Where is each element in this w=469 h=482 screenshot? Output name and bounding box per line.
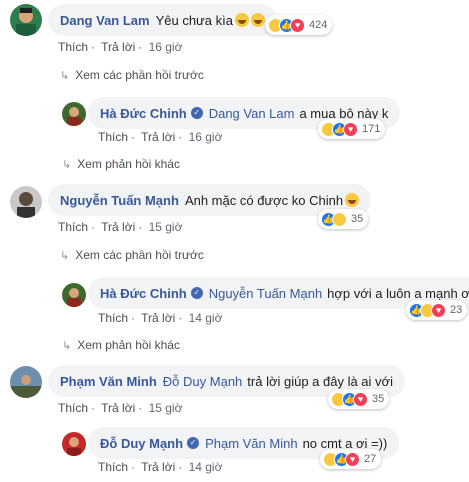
reply-link[interactable]: Trả lời bbox=[141, 130, 175, 144]
reaction-count: 27 bbox=[364, 453, 377, 465]
mention-link[interactable]: Đỗ Duy Mạnh bbox=[163, 374, 242, 389]
reaction-count: 424 bbox=[309, 19, 328, 31]
like-link[interactable]: Thích bbox=[58, 220, 88, 234]
view-more-replies[interactable]: ↳ Xem phản hồi khác bbox=[62, 157, 180, 171]
timestamp[interactable]: 15 giờ bbox=[149, 401, 183, 415]
reply-arrow-icon: ↳ bbox=[60, 70, 70, 82]
love-reaction-icon: ♥ bbox=[343, 121, 358, 137]
love-reaction-icon: ♥ bbox=[353, 391, 368, 407]
reply-arrow-icon: ↳ bbox=[60, 250, 70, 262]
avatar[interactable] bbox=[62, 102, 86, 126]
love-reaction-icon: ♥ bbox=[290, 17, 305, 33]
reply-link[interactable]: Trả lời bbox=[101, 401, 135, 415]
comment-author[interactable]: Phạm Văn Minh bbox=[60, 374, 157, 389]
reply-arrow-icon: ↳ bbox=[62, 340, 72, 352]
love-reaction-icon: ♥ bbox=[345, 451, 360, 467]
reply-actions: Thích · Trả lời · 16 giờ bbox=[98, 130, 223, 144]
avatar[interactable] bbox=[10, 186, 42, 218]
reaction-summary[interactable]: 👍 ♥ 424 bbox=[265, 15, 333, 35]
mention-link[interactable]: Phạm Văn Minh bbox=[205, 436, 298, 451]
smiling-emoji-icon bbox=[345, 193, 360, 207]
avatar[interactable] bbox=[62, 283, 86, 307]
view-previous-replies[interactable]: ↳ Xem các phần hồi trước bbox=[60, 68, 204, 82]
comment-text: Anh mặc có được ko Chinh bbox=[184, 192, 344, 208]
like-link[interactable]: Thích bbox=[98, 460, 128, 474]
timestamp[interactable]: 15 giờ bbox=[149, 220, 183, 234]
comment-text: Yêu chưa kìa bbox=[155, 12, 233, 28]
avatar[interactable] bbox=[10, 4, 42, 36]
haha-reaction-icon bbox=[332, 211, 347, 227]
reply-link[interactable]: Trả lời bbox=[101, 40, 135, 54]
like-link[interactable]: Thích bbox=[58, 40, 88, 54]
reply-link[interactable]: Trả lời bbox=[141, 460, 175, 474]
avatar[interactable] bbox=[10, 366, 42, 398]
reply-actions: Thích · Trả lời · 14 giờ bbox=[98, 311, 223, 325]
timestamp[interactable]: 14 giờ bbox=[189, 460, 223, 474]
reaction-summary[interactable]: 👍 ♥ 27 bbox=[320, 449, 382, 469]
reply-link[interactable]: Trả lời bbox=[101, 220, 135, 234]
comment-author[interactable]: Dang Van Lam bbox=[60, 13, 150, 28]
comment-actions: Thích · Trả lời · 15 giờ bbox=[58, 220, 183, 234]
mention-link[interactable]: Dang Van Lam bbox=[209, 106, 295, 121]
reply-text: hợp với a luôn a mạnh ơi bbox=[327, 285, 469, 301]
reaction-count: 35 bbox=[372, 393, 385, 405]
reaction-count: 171 bbox=[362, 123, 381, 135]
comment-text: trả lời giúp a đây là ai với bbox=[247, 373, 393, 389]
verified-badge-icon: ✓ bbox=[187, 437, 200, 449]
reaction-summary[interactable]: 👍 ♥ 23 bbox=[406, 300, 468, 320]
comment-bubble: Dang Van Lam Yêu chưa kìa bbox=[48, 4, 277, 36]
comment-actions: Thích · Trả lời · 15 giờ bbox=[58, 401, 183, 415]
reply-link[interactable]: Trả lời bbox=[141, 311, 175, 325]
timestamp[interactable]: 16 giờ bbox=[189, 130, 223, 144]
reply-author[interactable]: Hà Đức Chinh bbox=[100, 286, 187, 301]
avatar[interactable] bbox=[62, 432, 86, 456]
like-link[interactable]: Thích bbox=[98, 311, 128, 325]
timestamp[interactable]: 14 giờ bbox=[189, 311, 223, 325]
like-link[interactable]: Thích bbox=[58, 401, 88, 415]
timestamp[interactable]: 16 giờ bbox=[149, 40, 183, 54]
reaction-summary[interactable]: 👍 ♥ 171 bbox=[318, 119, 386, 139]
reaction-summary[interactable]: 👍 35 bbox=[318, 209, 369, 229]
view-more-replies[interactable]: ↳ Xem phản hồi khác bbox=[62, 338, 180, 352]
reaction-count: 23 bbox=[450, 304, 463, 316]
verified-badge-icon: ✓ bbox=[190, 287, 203, 299]
reply-actions: Thích · Trả lời · 14 giờ bbox=[98, 460, 223, 474]
reply-author[interactable]: Hà Đức Chinh bbox=[100, 106, 187, 121]
reply-arrow-icon: ↳ bbox=[62, 159, 72, 171]
comment-actions: Thích · Trả lời · 16 giờ bbox=[58, 40, 183, 54]
laughing-emoji-icon bbox=[234, 13, 249, 27]
laughing-emoji-icon bbox=[250, 13, 265, 27]
reaction-summary[interactable]: 👍 ♥ 35 bbox=[328, 389, 390, 409]
reaction-count: 35 bbox=[351, 213, 364, 225]
view-previous-replies[interactable]: ↳ Xem các phần hồi trước bbox=[60, 248, 204, 262]
comment-author[interactable]: Nguyễn Tuấn Mạnh bbox=[60, 193, 179, 208]
reply-author[interactable]: Đỗ Duy Mạnh bbox=[100, 436, 183, 451]
mention-link[interactable]: Nguyễn Tuấn Mạnh bbox=[209, 286, 322, 301]
verified-badge-icon: ✓ bbox=[190, 107, 203, 119]
like-link[interactable]: Thích bbox=[98, 130, 128, 144]
love-reaction-icon: ♥ bbox=[431, 302, 446, 318]
